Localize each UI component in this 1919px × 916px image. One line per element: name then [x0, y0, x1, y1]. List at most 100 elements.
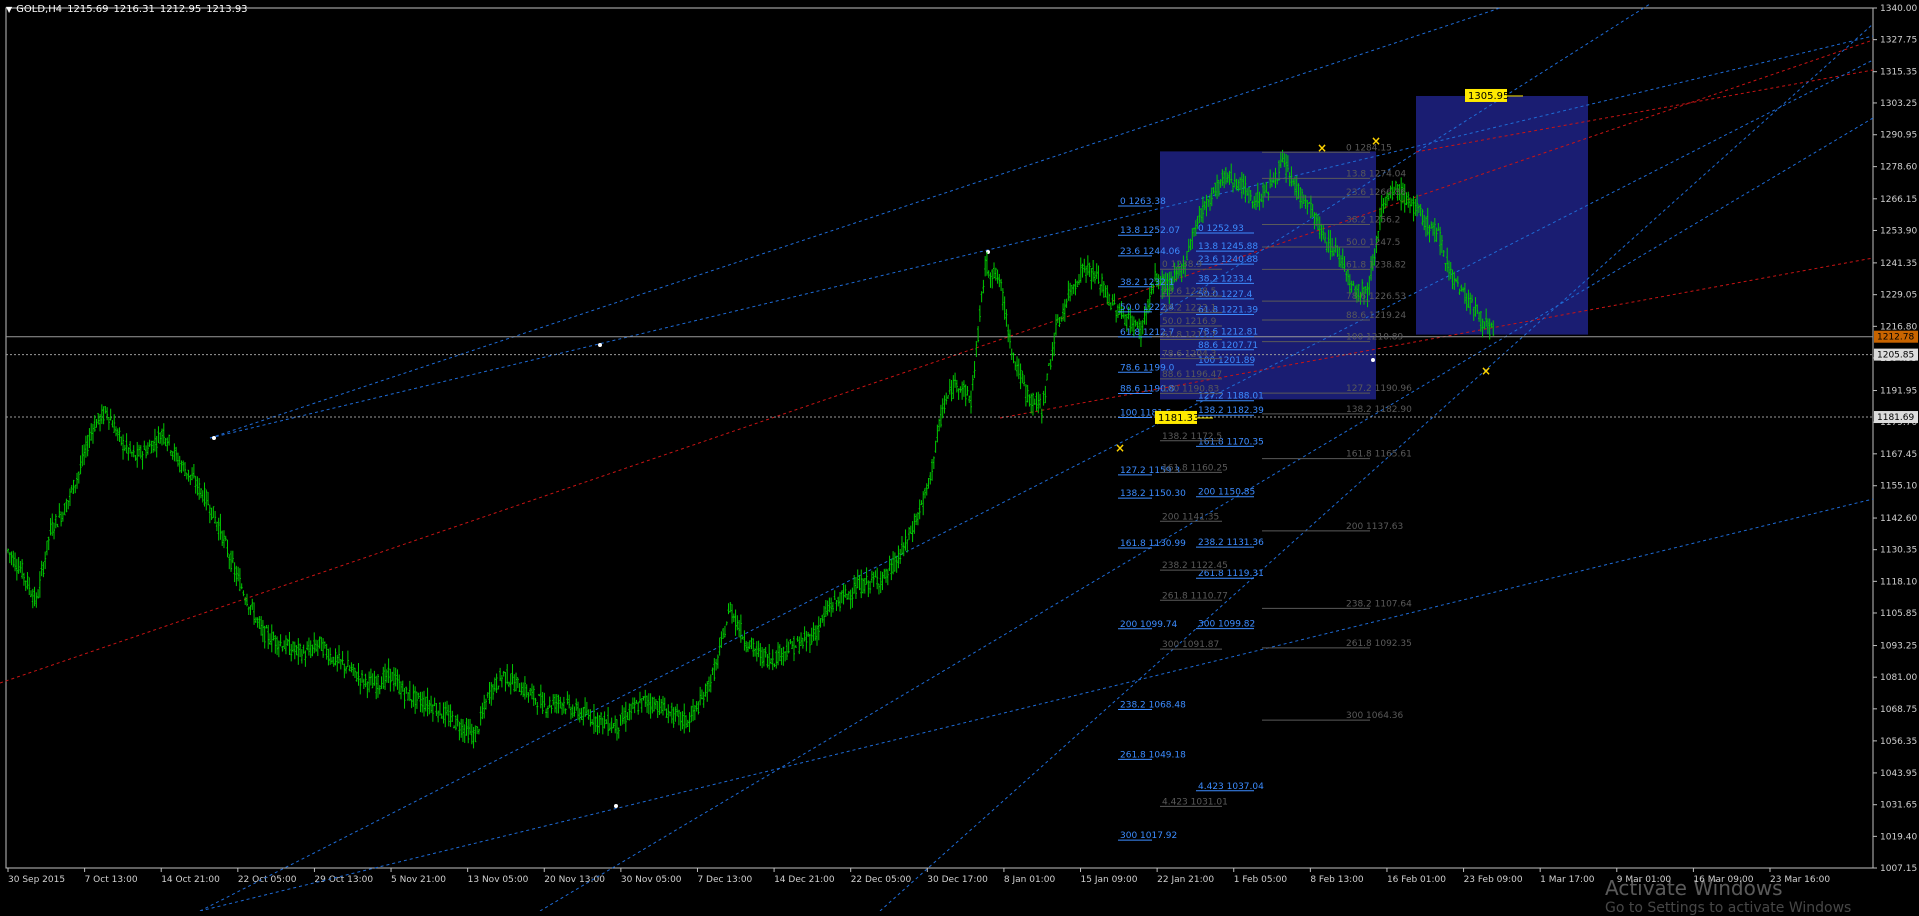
- fib-right-label: 38.2 1256.2: [1346, 216, 1400, 226]
- fib-grey-label: 61.8 1211.7: [1162, 330, 1216, 340]
- y-tick-label: 1327.75: [1880, 36, 1917, 46]
- x-tick-label: 22 Oct 05:00: [238, 875, 297, 885]
- y-tick-label: 1167.45: [1880, 450, 1917, 460]
- y-tick-label: 1266.15: [1880, 195, 1917, 205]
- swing-marker: ×: [1481, 364, 1491, 378]
- fib-left-label: 261.8 1049.18: [1120, 750, 1186, 760]
- fib-right-label: 13.8 1274.04: [1346, 169, 1406, 179]
- swing-marker: ×: [1317, 141, 1327, 155]
- blue-trend-lower: [199, 59, 1874, 912]
- fib-right-label: 61.8 1238.82: [1346, 260, 1406, 270]
- y-tick-label: 1229.05: [1880, 291, 1917, 301]
- y-tick-label: 1031.65: [1880, 801, 1917, 811]
- fib-mid-label: 23.6 1240.88: [1198, 255, 1258, 265]
- fib-right-label: 127.2 1190.96: [1346, 384, 1412, 394]
- fib-right-label: 161.8 1165.61: [1346, 450, 1412, 460]
- y-tick-label: 1241.35: [1880, 259, 1917, 269]
- dropdown-triangle-icon[interactable]: ▼: [6, 5, 12, 14]
- fib-grey-label: 138.2 1172.5: [1162, 432, 1222, 442]
- fib-grey-label: 261.8 1110.77: [1162, 591, 1228, 601]
- symbol-label: GOLD,H4: [16, 4, 63, 15]
- fib-right-label: 300 1064.36: [1346, 711, 1404, 721]
- x-tick-label: 23 Feb 09:00: [1464, 875, 1523, 885]
- low-price: 1212.95: [159, 4, 202, 15]
- y-tick-label: 1093.25: [1880, 642, 1917, 652]
- fib-right-label: 50.0 1247.5: [1346, 238, 1400, 248]
- y-tick-label: 1155.10: [1880, 482, 1917, 492]
- fib-grey-label: 0 1238.9: [1162, 260, 1202, 270]
- fib-mid-label: 4.423 1037.04: [1198, 782, 1264, 792]
- y-tick-label: 1315.35: [1880, 68, 1917, 78]
- x-tick-label: 30 Nov 05:00: [621, 875, 682, 885]
- fib-grey-label: 200 1141.35: [1162, 512, 1219, 522]
- x-tick-label: 22 Dec 05:00: [851, 875, 912, 885]
- swing-marker: ×: [1371, 134, 1381, 148]
- y-tick-label: 1253.90: [1880, 226, 1917, 236]
- blue-channel-2: [879, 23, 1874, 912]
- y-tick-label: 1340.00: [1880, 4, 1917, 14]
- fib-right-label: 138.2 1182.90: [1346, 405, 1412, 415]
- x-tick-label: 22 Jan 21:00: [1157, 875, 1214, 885]
- fib-grey-label: 78.6 1204.3: [1162, 350, 1216, 360]
- close-price: 1213.93: [206, 4, 248, 15]
- x-tick-label: 30 Sep 2015: [8, 875, 65, 885]
- x-tick-label: 1 Mar 17:00: [1540, 875, 1595, 885]
- x-tick-label: 14 Oct 21:00: [161, 875, 220, 885]
- fib-grey-label: 50.0 1216.9: [1162, 317, 1217, 327]
- x-tick-label: 8 Jan 01:00: [1004, 875, 1056, 885]
- y-tick-label: 1105.85: [1880, 609, 1917, 619]
- fib-grey-label: 4.423 1031.01: [1162, 797, 1228, 807]
- fib-left-label: 161.8 1130.99: [1120, 539, 1186, 549]
- fib-left-label: 300 1017.92: [1120, 831, 1177, 841]
- fib-mid-label: 200 1150.85: [1198, 488, 1255, 498]
- fib-left-label: 138.2 1150.30: [1120, 489, 1186, 499]
- chart-header: ▼ GOLD,H4 1215.69 1216.31 1212.95 1213.93: [6, 4, 253, 15]
- x-tick-label: 8 Feb 13:00: [1310, 875, 1364, 885]
- y-tick-label: 1290.95: [1880, 131, 1917, 141]
- anchor-dot: [614, 804, 618, 808]
- y-tick-label: 1043.95: [1880, 769, 1917, 779]
- fib-right-label: 0 1284.15: [1346, 143, 1392, 153]
- level-tag-text: 1205.85: [1877, 351, 1914, 361]
- anchor-dot: [1371, 358, 1375, 362]
- price-chart[interactable]: 1340.00 1327.75 1315.35 1303.25 1290.95 1278.…: [0, 0, 1919, 912]
- x-tick-label: 20 Nov 13:00: [544, 875, 605, 885]
- level-tag-text: 1181.69: [1877, 413, 1914, 423]
- fib-right-label: 100 1210.89: [1346, 333, 1404, 343]
- fib-left-label: 23.6 1244.06: [1120, 247, 1180, 257]
- fib-grey-label: 238.2 1122.45: [1162, 561, 1228, 571]
- fib-right-label: 200 1137.63: [1346, 522, 1403, 532]
- y-tick-label: 1056.35: [1880, 737, 1917, 747]
- x-tick-label: 5 Nov 21:00: [391, 875, 446, 885]
- fib-grey-label: 88.6 1196.47: [1162, 370, 1222, 380]
- x-tick-label: 7 Dec 13:00: [697, 875, 752, 885]
- fib-mid-label: 0 1252.93: [1198, 224, 1244, 234]
- blue-trend-mid: [209, 35, 1874, 439]
- y-tick-label: 1081.00: [1880, 673, 1917, 683]
- range-box-right: [1416, 95, 1588, 335]
- red-channel-line-main: [0, 39, 1874, 684]
- fib-grey-label: 161.8 1160.25: [1162, 463, 1228, 473]
- chart-area[interactable]: ▼ GOLD,H4 1215.69 1216.31 1212.95 1213.93 134…: [0, 0, 1919, 916]
- y-tick-label: 1303.25: [1880, 99, 1917, 109]
- fib-grey-label: 38.2 1222.1: [1162, 304, 1216, 314]
- y-tick-label: 1007.15: [1880, 864, 1917, 874]
- y-tick-label: 1142.60: [1880, 514, 1917, 524]
- y-tick-label: 1130.35: [1880, 546, 1917, 556]
- fib-grey-label: 23.6 1228.5: [1162, 287, 1216, 297]
- high-price: 1216.31: [113, 4, 155, 15]
- fib-left-label: 238.2 1068.48: [1120, 701, 1186, 711]
- x-tick-label: 30 Dec 17:00: [927, 875, 988, 885]
- level-tag-text: 1212.78: [1877, 333, 1914, 343]
- swing-marker: ×: [1115, 441, 1125, 455]
- fib-left-label: 13.8 1252.07: [1120, 226, 1180, 236]
- y-tick-label: 1068.75: [1880, 705, 1917, 715]
- fib-grey-label: 300 1091.87: [1162, 640, 1219, 650]
- x-tick-label: 15 Jan 09:00: [1081, 875, 1138, 885]
- y-tick-label: 1278.60: [1880, 163, 1917, 173]
- x-tick-label: 16 Feb 01:00: [1387, 875, 1446, 885]
- price-label: 1305.95: [1468, 91, 1509, 102]
- plot-frame: [5, 7, 1874, 869]
- fib-left-label: 0 1263.38: [1120, 197, 1166, 207]
- y-tick-label: 1191.95: [1880, 387, 1917, 397]
